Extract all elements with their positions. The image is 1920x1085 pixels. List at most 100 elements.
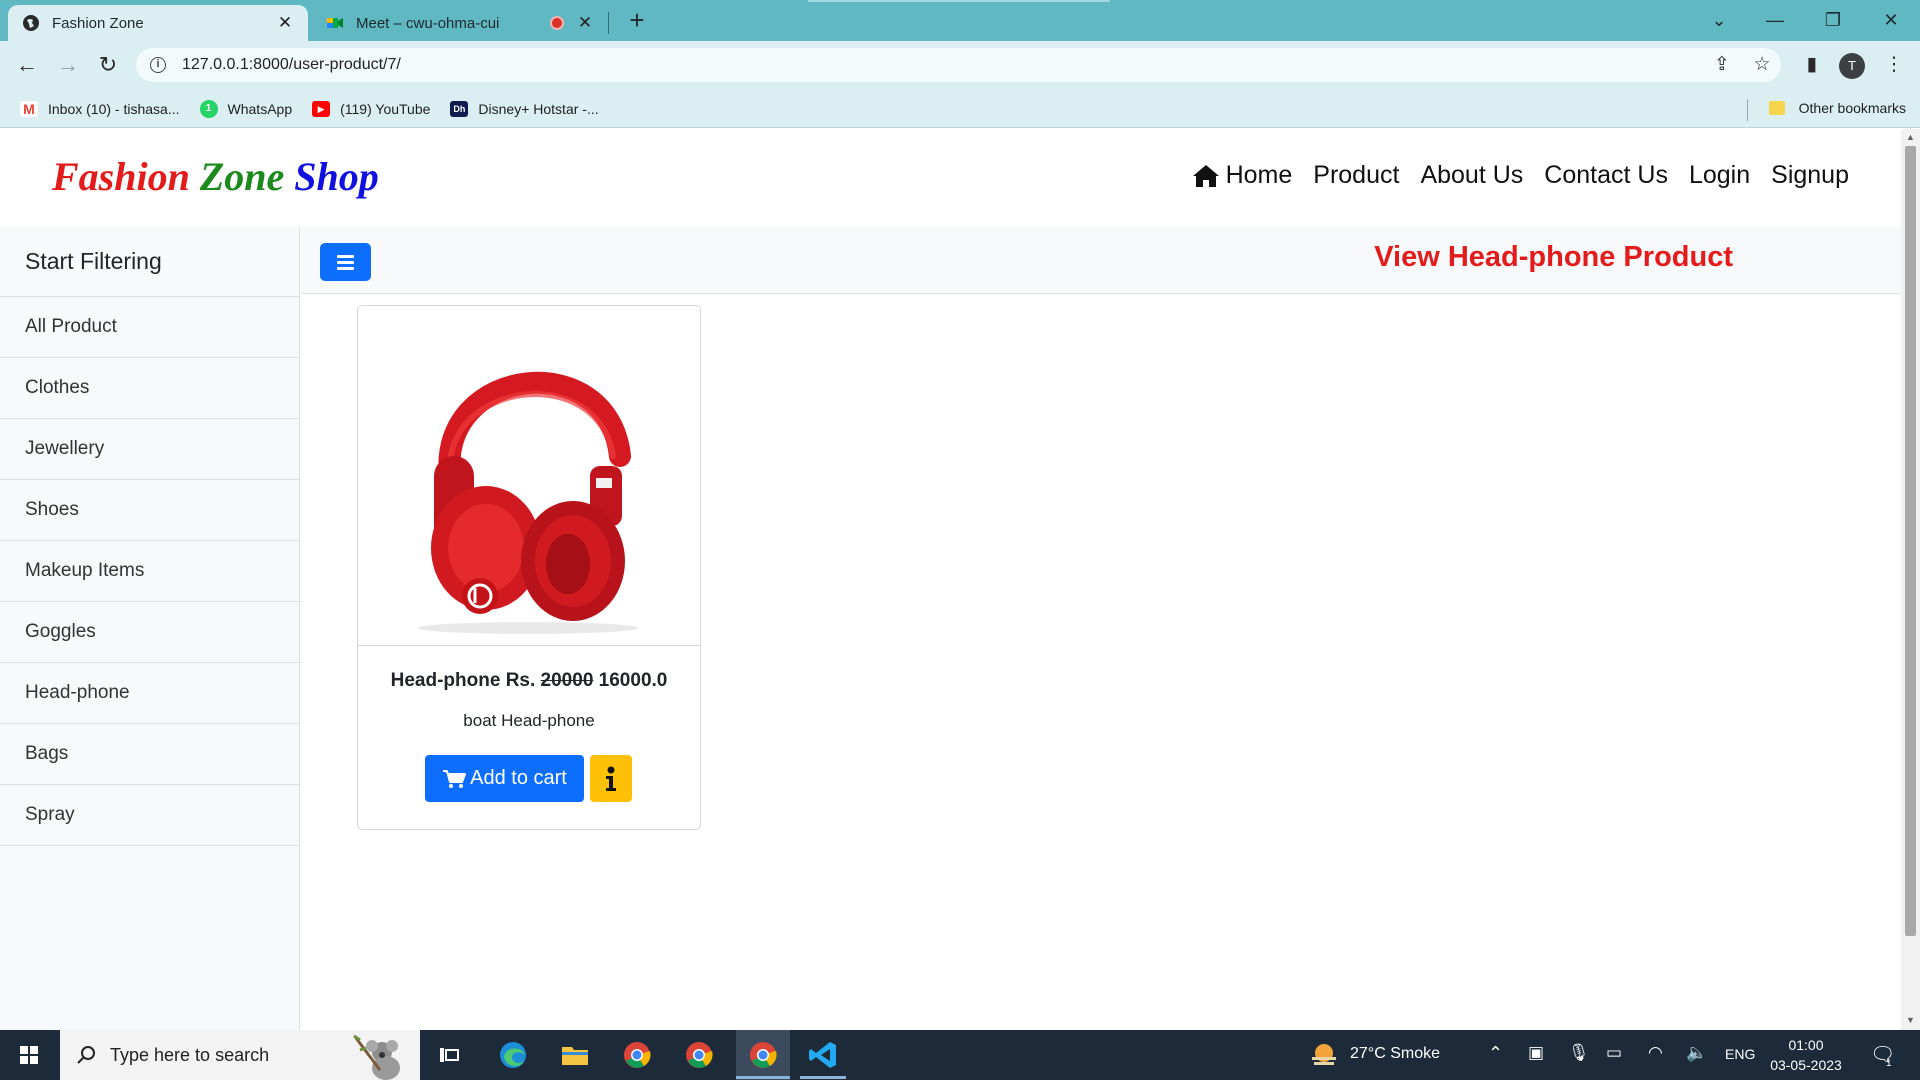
google-meet-icon	[327, 18, 343, 28]
wifi-icon[interactable]: ◠	[1648, 1043, 1663, 1063]
search-placeholder: Type here to search	[110, 1044, 270, 1065]
new-tab-button[interactable]: +	[622, 6, 652, 36]
other-bookmarks-label: Other bookmarks	[1798, 100, 1906, 116]
sidebar-item-head-phone[interactable]: Head-phone	[0, 663, 299, 724]
sidebar-item-makeup-items[interactable]: Makeup Items	[0, 541, 299, 602]
address-bar[interactable]: i 127.0.0.1:8000/user-product/7/	[136, 48, 1781, 82]
window-close-icon[interactable]: ✕	[1868, 6, 1914, 34]
filter-sidebar: Start Filtering All Product Clothes Jewe…	[0, 227, 300, 1030]
menu-kebab-icon[interactable]: ⋮	[1878, 49, 1910, 81]
battery-icon[interactable]: ▭	[1606, 1043, 1622, 1063]
minimize-icon[interactable]: —	[1752, 6, 1798, 34]
cart-icon	[443, 769, 467, 788]
brand-word-shop: Shop	[294, 154, 379, 199]
bookmark-label: WhatsApp	[227, 100, 293, 117]
scrollbar-thumb[interactable]	[1905, 146, 1916, 936]
site-header: Fashion Zone Shop Home Product About Us …	[0, 129, 1901, 227]
scroll-up-icon[interactable]: ▲	[1905, 132, 1916, 144]
system-clock[interactable]: 01:00 03-05-2023	[1766, 1035, 1846, 1075]
chrome-active-icon[interactable]	[736, 1030, 790, 1080]
info-icon	[606, 766, 616, 791]
site-info-icon[interactable]: i	[150, 57, 166, 73]
product-title: Head-phone Rs. 20000 16000.0	[358, 670, 700, 692]
product-name: Head-phone	[390, 670, 501, 691]
tab-strip-highlight	[808, 0, 1110, 2]
chrome-profile-icon[interactable]	[682, 1039, 716, 1071]
file-explorer-icon[interactable]	[558, 1039, 592, 1071]
taskbar-search[interactable]: Type here to search	[60, 1030, 420, 1080]
chrome-icon[interactable]	[620, 1039, 654, 1071]
bookmark-star-icon[interactable]: ☆	[1746, 49, 1778, 81]
brand-word-fashion: Fashion	[52, 154, 190, 199]
windows-taskbar: Type here to search 27°C Smoke ⌃ ▣ 🎙 ▭ ◠…	[0, 1030, 1920, 1080]
web-page: Fashion Zone Shop Home Product About Us …	[0, 129, 1901, 1030]
restore-icon[interactable]: ❐	[1810, 6, 1856, 34]
volume-icon[interactable]: 🔈	[1686, 1043, 1707, 1063]
add-to-cart-label: Add to cart	[470, 767, 567, 789]
tab-close-icon[interactable]: ✕	[276, 13, 294, 33]
tab-close-icon[interactable]: ✕	[576, 13, 594, 33]
share-icon[interactable]: ⇪	[1706, 49, 1738, 81]
clock-time: 01:00	[1788, 1037, 1824, 1053]
meet-tray-icon[interactable]: ▣	[1528, 1043, 1544, 1063]
youtube-icon: ▶	[312, 100, 331, 117]
product-description: boat Head-phone	[463, 711, 595, 730]
active-app-indicator	[736, 1076, 790, 1079]
side-panel-icon[interactable]: ▮	[1796, 49, 1828, 81]
sidebar-item-goggles[interactable]: Goggles	[0, 602, 299, 663]
sidebar-item-all-product[interactable]: All Product	[0, 297, 299, 358]
bookmark-whatsapp[interactable]: 1 WhatsApp	[199, 99, 293, 118]
bookmark-gmail[interactable]: M Inbox (10) - tishasa...	[20, 100, 180, 117]
nav-about-us[interactable]: About Us	[1420, 161, 1523, 190]
edge-browser-icon[interactable]	[496, 1039, 530, 1071]
start-button[interactable]	[0, 1030, 58, 1080]
scroll-down-icon[interactable]: ▼	[1905, 1015, 1916, 1027]
brand-logo[interactable]: Fashion Zone Shop	[52, 153, 379, 200]
tab-fashion-zone[interactable]: Fashion Zone ✕	[8, 5, 308, 41]
product-image[interactable]	[358, 306, 700, 646]
bookmark-hotstar[interactable]: Dh Disney+ Hotstar -...	[450, 100, 599, 117]
sidebar-item-bags[interactable]: Bags	[0, 724, 299, 785]
bookmark-youtube[interactable]: ▶ (119) YouTube	[312, 100, 431, 117]
profile-avatar[interactable]: T	[1839, 53, 1865, 79]
tab-search-icon[interactable]: ⌄	[1696, 6, 1742, 34]
bookmark-label: Disney+ Hotstar -...	[478, 100, 599, 117]
url-text: 127.0.0.1:8000/user-product/7/	[182, 56, 401, 73]
original-price: 20000	[540, 670, 594, 691]
add-to-cart-button[interactable]: Add to cart	[425, 755, 584, 802]
sidebar-item-jewellery[interactable]: Jewellery	[0, 419, 299, 480]
nav-signup[interactable]: Signup	[1771, 161, 1849, 190]
page-scrollbar[interactable]: ▲ ▼	[1901, 129, 1920, 1030]
open-app-indicator	[800, 1076, 846, 1079]
currency-label: Rs.	[505, 670, 536, 691]
whatsapp-icon: 1	[199, 99, 218, 118]
sidebar-item-clothes[interactable]: Clothes	[0, 358, 299, 419]
product-card: Head-phone Rs. 20000 16000.0 boat Head-p…	[357, 305, 701, 830]
back-arrow-icon[interactable]: ←	[11, 49, 43, 81]
weather-icon[interactable]	[1308, 1039, 1340, 1071]
nav-product[interactable]: Product	[1313, 161, 1399, 190]
forward-arrow-icon[interactable]: →	[52, 49, 84, 81]
microphone-icon[interactable]: 🎙	[1568, 1043, 1590, 1063]
hotstar-icon: Dh	[450, 100, 469, 117]
reload-icon[interactable]: ↻	[92, 49, 124, 81]
bookmark-label: (119) YouTube	[340, 100, 431, 117]
folder-icon	[1768, 101, 1785, 115]
search-icon	[77, 1046, 95, 1064]
tab-title: Meet – cwu-ohma-cui	[356, 14, 500, 32]
sale-price: 16000.0	[598, 670, 668, 691]
language-indicator[interactable]: ENG	[1725, 1046, 1755, 1062]
sidebar-item-spray[interactable]: Spray	[0, 785, 299, 846]
tray-overflow-icon[interactable]: ⌃	[1488, 1043, 1503, 1064]
nav-home[interactable]: Home	[1192, 161, 1292, 190]
nav-contact-us[interactable]: Contact Us	[1544, 161, 1668, 190]
other-bookmarks[interactable]: Other bookmarks	[1768, 100, 1906, 116]
vscode-icon[interactable]	[806, 1039, 840, 1071]
task-view-icon[interactable]	[434, 1039, 464, 1071]
product-info-button[interactable]	[590, 755, 632, 802]
tab-meet[interactable]: Meet – cwu-ohma-cui ✕	[312, 5, 608, 41]
page-title: View Head-phone Product	[1374, 241, 1733, 273]
sidebar-item-shoes[interactable]: Shoes	[0, 480, 299, 541]
nav-login[interactable]: Login	[1689, 161, 1750, 190]
weather-text[interactable]: 27°C Smoke	[1350, 1045, 1440, 1063]
